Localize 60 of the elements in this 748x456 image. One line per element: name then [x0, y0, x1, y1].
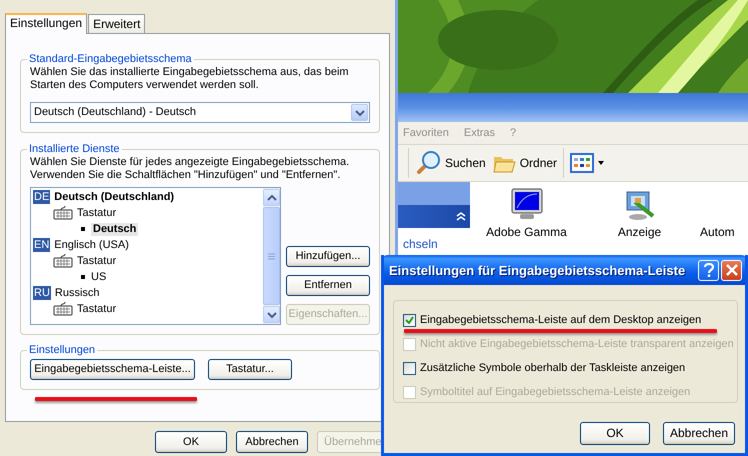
settings-button[interactable]: Eingabegebietsschema-Leiste... [30, 359, 195, 380]
dialog-button[interactable]: OK [155, 431, 227, 453]
tree-item[interactable]: Deutsch [91, 222, 138, 236]
language-badge: EN [33, 238, 50, 252]
monitor-icon [510, 188, 544, 222]
group-legend: Installierte Dienste [27, 143, 122, 156]
views-button[interactable] [570, 153, 604, 173]
icon-label[interactable]: Autom [700, 226, 735, 239]
services-list[interactable]: DE Deutsch (Deutschland) Tastatur Deutsch EN Englisch (USA) Tastatur US RU Russisch Tastatur [30, 187, 281, 325]
views-icon [570, 153, 594, 173]
keyboard-icon [53, 302, 73, 316]
keyboard-icon [53, 254, 73, 268]
checkbox[interactable] [403, 314, 416, 326]
option-label: Symboltitel auf Eingabegebietsschema-Leiste anzeigen [420, 386, 690, 398]
tree-item[interactable]: US [91, 270, 106, 284]
language-badge: DE [33, 190, 50, 204]
scroll-thumb[interactable] [263, 207, 280, 305]
icon-label[interactable]: Adobe Gamma [486, 226, 567, 239]
icon-label[interactable]: Anzeige [618, 226, 662, 239]
collapse-icon[interactable] [456, 212, 466, 221]
dialog-button[interactable]: Abbrechen [663, 422, 735, 445]
checkbox[interactable] [403, 362, 416, 374]
tree-item[interactable]: Tastatur [77, 302, 116, 316]
check-icon [405, 316, 414, 324]
close-button[interactable] [721, 260, 742, 280]
window-title: Einstellungen für Eingabegebietsschema-Leiste [389, 264, 686, 276]
scroll-up-button[interactable] [263, 189, 280, 206]
tree-item[interactable]: Tastatur [77, 254, 116, 268]
help-button[interactable] [698, 260, 719, 280]
scroll-down-button[interactable] [263, 306, 280, 323]
toolbar-button[interactable]: Suchen [415, 150, 486, 176]
tab[interactable]: Einstellungen [5, 13, 88, 34]
option-label: Zusätzliche Symbole oberhalb der Taskleiste anzeigen [420, 362, 686, 374]
close-icon [726, 264, 738, 276]
language-badge: RU [33, 286, 51, 300]
tab[interactable]: Erweitert [88, 14, 146, 33]
keyboard-icon [53, 206, 73, 220]
grip-icon [268, 252, 275, 260]
tree-item[interactable]: Deutsch (Deutschland) [54, 190, 174, 204]
side-button[interactable]: Entfernen [286, 275, 370, 296]
dialog-button[interactable]: OK [580, 422, 650, 445]
task-link[interactable]: chseln [403, 237, 438, 251]
tree-item[interactable]: Tastatur [77, 206, 116, 220]
side-button[interactable]: Hinzufügen... [286, 246, 370, 267]
dialog-button[interactable]: Abbrechen [236, 431, 308, 453]
option-label: Eingabegebietsschema-Leiste auf dem Desktop anzeigen [420, 314, 702, 326]
option-label: Nicht aktive Eingabegebietsschema-Leiste transparent anzeigen [420, 338, 734, 350]
tree-item[interactable]: Englisch (USA) [54, 238, 129, 252]
settings-button[interactable]: Tastatur... [208, 359, 292, 380]
caret-icon [598, 161, 604, 165]
tree-item[interactable]: Russisch [54, 286, 100, 300]
description-text: Wählen Sie das installierte Eingabegebietsschema aus, das beim Starten des Computers verwendet werden soll. [30, 66, 350, 92]
group-legend: Standard-Eingabegebietsschema [27, 53, 194, 66]
toolbar-button[interactable]: Ordner [492, 152, 558, 174]
help-icon [703, 263, 714, 277]
description-text: Wählen Sie Dienste für jedes angezeigte Eingabegebietsschema. Verwenden Sie die Schaltflächen "Hinzufügen" und "Entfernen". [30, 156, 350, 182]
group-legend: Einstellungen [27, 344, 98, 357]
scrollbar[interactable] [263, 188, 280, 324]
search-icon [415, 150, 441, 176]
dropdown-field[interactable]: Deutsch (Deutschland) - Deutsch [30, 102, 370, 123]
